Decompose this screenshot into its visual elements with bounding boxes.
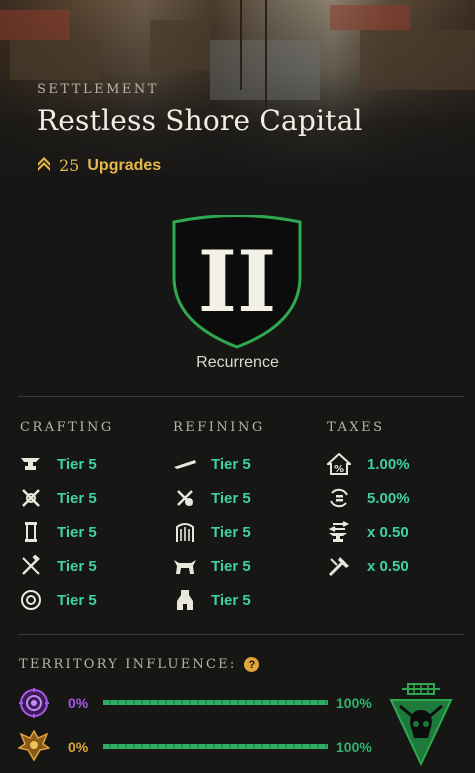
upgrades-number: 25 [59,156,80,175]
help-icon[interactable]: ? [244,657,260,672]
anvil-icon [19,452,43,476]
upgrades-label: Upgrades [87,156,162,174]
scroll-icon [19,520,43,544]
faction-percent: 0% [68,695,89,711]
faction-percent: 0% [68,739,89,755]
refining-row[interactable]: Tier 5 [173,520,251,544]
territory-influence-heading: TERRITORY INFLUENCE: ? [19,657,260,672]
tax-row[interactable]: x 0.50 [327,554,409,578]
taxes-heading: TAXES [327,420,385,435]
syndicate-eye-icon [18,688,50,723]
loom-icon [173,520,197,544]
svg-text:%: % [334,464,344,475]
crafting-row[interactable]: Tier 5 [19,554,97,578]
saw-blade-icon [173,452,197,476]
tax-row[interactable]: x 0.50 [327,520,409,544]
trading-tax-icon [327,486,351,510]
upgrades-count[interactable]: 25 Upgrades [37,155,161,176]
refining-row[interactable]: Tier 5 [173,554,251,578]
tax-row[interactable]: % 1.00% [327,452,410,476]
settlement-title: Restless Shore Capital [37,104,363,137]
refining-row[interactable]: Tier 5 [173,486,251,510]
property-tax-icon: % [327,452,351,476]
crafting-heading: CRAFTING [20,420,114,435]
smelter-icon [173,486,197,510]
marauders-skull-icon[interactable] [388,680,454,768]
trinket-ring-icon [19,588,43,612]
divider [18,396,464,397]
crafting-row[interactable]: Tier 5 [19,486,97,510]
crafting-row[interactable]: Tier 5 [19,588,97,612]
faction-max: 100% [336,739,372,755]
sword-hammer-icon [19,554,43,578]
refining-row[interactable]: Tier 5 [173,588,251,612]
crafting-row[interactable]: Tier 5 [19,520,97,544]
faction-max: 100% [336,695,372,711]
influence-bar [103,700,328,705]
influence-bar [103,744,328,749]
refining-row[interactable]: Tier 5 [173,452,251,476]
stonecutter-icon [173,588,197,612]
tannery-hide-icon [173,554,197,578]
crafting-fee-icon [327,520,351,544]
chevron-rank-icon [37,155,51,176]
section-label: SETTLEMENT [37,82,159,97]
tax-row[interactable]: 5.00% [327,486,410,510]
covenant-phoenix-icon [17,728,51,767]
settlement-shield[interactable]: II [171,214,303,349]
shield-numeral: II [198,232,277,331]
refining-fee-icon [327,554,351,578]
divider [18,634,464,635]
crossed-tools-icon [19,486,43,510]
refining-heading: REFINING [173,420,265,435]
crafting-row[interactable]: Tier 5 [19,452,97,476]
shield-name: Recurrence [196,354,279,371]
